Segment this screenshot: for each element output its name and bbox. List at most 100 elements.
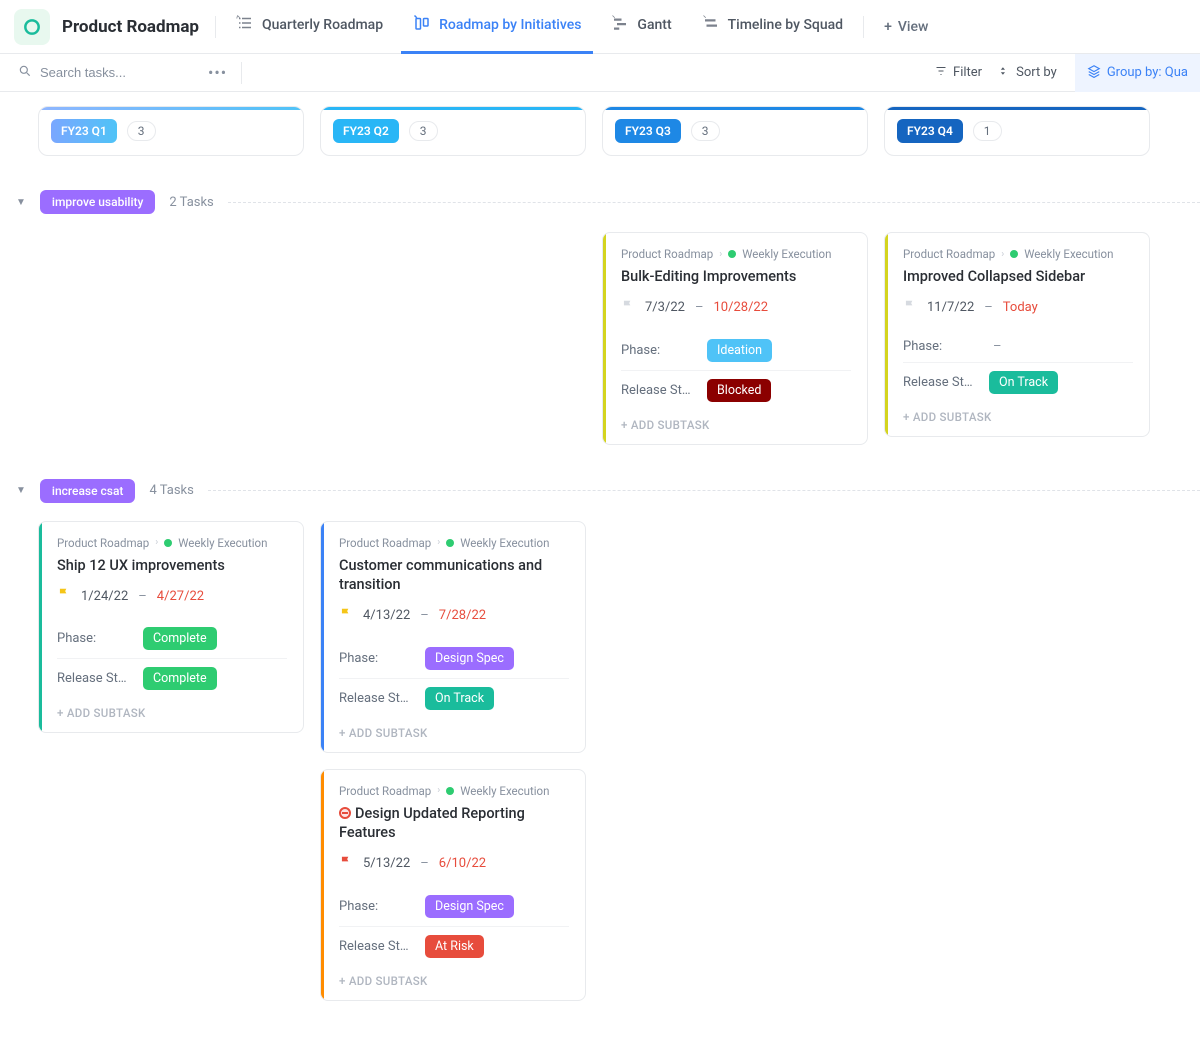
crumb-child[interactable]: Weekly Execution	[742, 247, 831, 261]
field-label: Phase:	[903, 339, 989, 354]
column-accent	[321, 107, 585, 110]
add-view-button[interactable]: + View	[872, 19, 940, 35]
task-title[interactable]: Design Updated Reporting Features	[339, 804, 569, 843]
date-start[interactable]: 5/13/22	[363, 856, 410, 871]
crumb-child[interactable]: Weekly Execution	[178, 536, 267, 550]
add-subtask-button[interactable]: + ADD SUBTASK	[57, 698, 287, 722]
collapse-toggle[interactable]: ▼	[16, 197, 26, 208]
release-status-pill: At Risk	[425, 935, 484, 958]
date-end[interactable]: 6/10/22	[439, 856, 486, 871]
breadcrumb: Product Roadmap › Weekly Execution	[903, 247, 1133, 261]
column-header[interactable]: FY23 Q4 1	[884, 106, 1150, 156]
field-phase: Phase: Design Spec	[339, 639, 569, 678]
task-title[interactable]: Bulk-Editing Improvements	[621, 267, 851, 287]
column-header[interactable]: FY23 Q2 3	[320, 106, 586, 156]
gantt-icon	[611, 14, 629, 36]
filter-icon	[935, 65, 947, 81]
tab-timeline-by-squad[interactable]: Timeline by Squad	[690, 0, 855, 54]
flag-icon[interactable]	[57, 587, 71, 605]
tab-gantt[interactable]: Gantt	[599, 0, 683, 54]
card-stripe	[321, 770, 324, 1000]
add-subtask-button[interactable]: + ADD SUBTASK	[903, 402, 1133, 426]
task-title[interactable]: Improved Collapsed Sidebar	[903, 267, 1133, 287]
field-label: Release St…	[57, 671, 143, 686]
column-slot: Product Roadmap › Weekly Execution Impro…	[884, 232, 1150, 445]
date-start[interactable]: 7/3/22	[645, 300, 685, 315]
breadcrumb: Product Roadmap › Weekly Execution	[339, 536, 569, 550]
crumb-parent[interactable]: Product Roadmap	[339, 784, 431, 798]
task-card[interactable]: Product Roadmap › Weekly Execution Custo…	[320, 521, 586, 753]
task-card[interactable]: Product Roadmap › Weekly Execution Bulk-…	[602, 232, 868, 445]
task-dates: 4/13/22 – 7/28/22	[339, 607, 569, 625]
task-dates: 1/24/22 – 4/27/22	[57, 587, 287, 605]
column-count: 3	[127, 121, 156, 141]
column-badge: FY23 Q1	[51, 119, 117, 143]
group-badge[interactable]: improve usability	[40, 190, 155, 214]
crumb-parent[interactable]: Product Roadmap	[57, 536, 149, 550]
chevron-right-icon: ›	[437, 537, 440, 548]
crumb-parent[interactable]: Product Roadmap	[903, 247, 995, 261]
date-separator: –	[420, 608, 429, 623]
field-label: Phase:	[339, 651, 425, 666]
column-slot: Product Roadmap › Weekly Execution Bulk-…	[602, 232, 868, 445]
add-subtask-button[interactable]: + ADD SUBTASK	[339, 718, 569, 742]
crumb-child[interactable]: Weekly Execution	[1024, 247, 1113, 261]
sort-button[interactable]: Sort by	[1000, 65, 1057, 81]
sort-icon	[1000, 65, 1010, 81]
chevron-right-icon: ›	[1001, 249, 1004, 260]
crumb-parent[interactable]: Product Roadmap	[621, 247, 713, 261]
flag-icon[interactable]	[339, 855, 353, 873]
column-slot	[320, 232, 586, 445]
tab-quarterly-roadmap[interactable]: Quarterly Roadmap	[224, 0, 395, 54]
field-label: Release St…	[903, 375, 989, 390]
collapse-toggle[interactable]: ▼	[16, 485, 26, 496]
plus-icon: +	[884, 19, 892, 35]
date-start[interactable]: 4/13/22	[363, 608, 410, 623]
task-card[interactable]: Product Roadmap › Weekly Execution Impro…	[884, 232, 1150, 437]
date-start[interactable]: 1/24/22	[81, 589, 128, 604]
add-subtask-button[interactable]: + ADD SUBTASK	[339, 966, 569, 990]
list-icon	[236, 14, 254, 36]
date-end[interactable]: Today	[1003, 300, 1038, 315]
release-status-pill: Complete	[143, 667, 217, 690]
crumb-parent[interactable]: Product Roadmap	[339, 536, 431, 550]
flag-icon[interactable]	[621, 299, 635, 317]
search[interactable]	[18, 64, 180, 82]
group-badge[interactable]: increase csat	[40, 479, 136, 503]
tab-roadmap-by-initiatives[interactable]: Roadmap by Initiatives	[401, 0, 593, 54]
tab-label: Timeline by Squad	[728, 17, 843, 33]
task-title[interactable]: Ship 12 UX improvements	[57, 556, 287, 576]
column-header[interactable]: FY23 Q1 3	[38, 106, 304, 156]
task-card[interactable]: Product Roadmap › Weekly Execution Ship …	[38, 521, 304, 734]
breadcrumb: Product Roadmap › Weekly Execution	[57, 536, 287, 550]
status-dot-icon	[1010, 250, 1018, 258]
sort-label: Sort by	[1016, 65, 1057, 80]
field-release-status: Release St… On Track	[903, 362, 1133, 402]
task-card[interactable]: Product Roadmap › Weekly Execution Desig…	[320, 769, 586, 1001]
crumb-child[interactable]: Weekly Execution	[460, 784, 549, 798]
flag-icon[interactable]	[903, 299, 917, 317]
column-header[interactable]: FY23 Q3 3	[602, 106, 868, 156]
task-title[interactable]: Customer communications and tran­sition	[339, 556, 569, 595]
date-separator: –	[984, 300, 993, 315]
blocked-icon	[339, 807, 351, 819]
column-slot: Product Roadmap › Weekly Execution Ship …	[38, 521, 304, 1001]
date-start[interactable]: 11/7/22	[927, 300, 974, 315]
flag-icon[interactable]	[339, 607, 353, 625]
field-label: Phase:	[339, 899, 425, 914]
field-label: Phase:	[57, 631, 143, 646]
date-end[interactable]: 10/28/22	[713, 300, 768, 315]
column-slot	[602, 521, 868, 1001]
date-end[interactable]: 7/28/22	[439, 608, 486, 623]
date-end[interactable]: 4/27/22	[157, 589, 204, 604]
filter-button[interactable]: Filter	[935, 65, 982, 81]
field-phase: Phase: Complete	[57, 619, 287, 658]
field-label: Release St…	[621, 383, 707, 398]
crumb-child[interactable]: Weekly Execution	[460, 536, 549, 550]
groupby-button[interactable]: Group by: Qua	[1075, 54, 1200, 92]
field-label: Phase:	[621, 343, 707, 358]
search-input[interactable]	[40, 65, 180, 80]
column-accent	[39, 107, 303, 110]
more-options-button[interactable]: •••	[208, 63, 227, 82]
add-subtask-button[interactable]: + ADD SUBTASK	[621, 410, 851, 434]
